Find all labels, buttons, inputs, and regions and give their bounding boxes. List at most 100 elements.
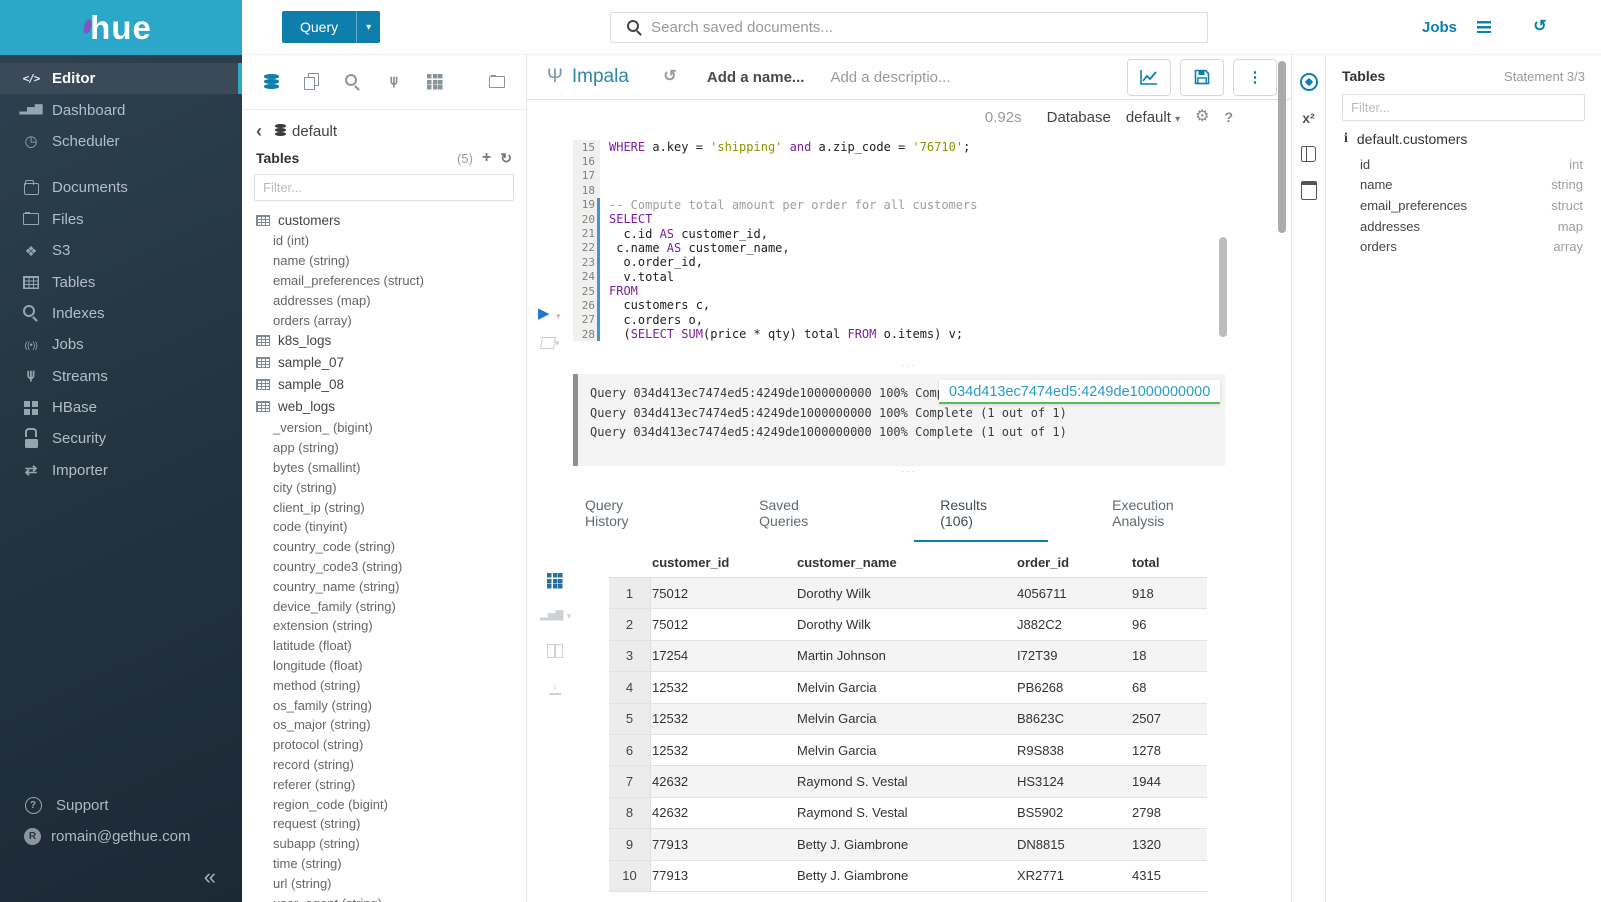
column-header[interactable]: total (1132, 555, 1202, 570)
assist-compass-icon[interactable] (1296, 73, 1322, 91)
list-item[interactable]: bytes (smallint) (242, 458, 526, 478)
column-item[interactable]: orders array (1342, 236, 1585, 257)
column-header[interactable]: customer_id (652, 555, 797, 570)
list-item[interactable]: country_code (string) (242, 537, 526, 557)
sidebar-item[interactable]: Scheduler (0, 126, 242, 157)
database-name[interactable]: default (292, 123, 337, 140)
main-scrollbar[interactable] (1278, 61, 1286, 233)
table-row[interactable]: 9 77913Betty J. GiambroneDN88151320 (609, 829, 1207, 860)
list-item[interactable]: extension (string) (242, 616, 526, 636)
list-item[interactable]: request (string) (242, 814, 526, 834)
list-item[interactable]: url (string) (242, 873, 526, 893)
list-item[interactable]: web_logs (242, 396, 526, 418)
grid-view-icon[interactable] (542, 572, 568, 590)
jobs-link[interactable]: Jobs (1422, 19, 1457, 36)
column-header[interactable]: order_id (1017, 555, 1132, 570)
sidebar-item[interactable]: Files (0, 204, 242, 235)
list-item[interactable]: name (string) (242, 251, 526, 271)
query-history-icon[interactable] (657, 68, 683, 86)
list-item[interactable]: record (string) (242, 755, 526, 775)
list-item[interactable]: country_name (string) (242, 576, 526, 596)
column-item[interactable]: addresses map (1342, 216, 1585, 237)
support-link[interactable]: Support (0, 790, 242, 821)
sql-code-area[interactable]: 15 WHERE a.key = 'shipping' and a.zip_co… (573, 134, 1291, 360)
list-item[interactable]: orders (array) (242, 310, 526, 330)
chevron-down-icon[interactable]: ▾ (356, 11, 380, 43)
user-menu[interactable]: R romain@gethue.com (0, 821, 242, 852)
list-item[interactable]: latitude (float) (242, 636, 526, 656)
list-item[interactable]: city (string) (242, 477, 526, 497)
list-item[interactable]: sample_08 (242, 374, 526, 396)
columns-view-icon[interactable] (542, 642, 568, 660)
list-item[interactable]: time (string) (242, 854, 526, 874)
sidebar-item[interactable]: Documents (0, 172, 242, 203)
add-table-icon[interactable]: + (482, 150, 491, 166)
sidebar-item[interactable]: Editor (0, 63, 242, 94)
column-item[interactable]: id int (1342, 154, 1585, 175)
list-item[interactable]: client_ip (string) (242, 497, 526, 517)
list-item[interactable]: country_code3 (string) (242, 557, 526, 577)
list-item[interactable]: user_agent (string) (242, 893, 526, 902)
history-icon[interactable] (1527, 18, 1553, 36)
table-row[interactable]: 10 77913Betty J. GiambroneXR27714315 (609, 861, 1207, 892)
search-input[interactable] (647, 19, 1207, 36)
list-item[interactable]: referer (string) (242, 774, 526, 794)
resize-handle[interactable]: ··· (527, 466, 1291, 480)
column-item[interactable]: email_preferences struct (1342, 195, 1585, 216)
list-item[interactable]: customers (242, 209, 526, 231)
resize-handle[interactable]: ··· (527, 360, 1291, 374)
search-plus-icon[interactable] (340, 73, 366, 91)
download-icon[interactable] (542, 677, 568, 695)
docs-book-icon[interactable] (1296, 145, 1322, 163)
database-dropdown[interactable]: default ▾ (1126, 109, 1180, 126)
minimap-caret-icon[interactable]: ▾ (555, 338, 560, 349)
list-item[interactable]: code (tinyint) (242, 517, 526, 537)
chart-button[interactable] (1127, 59, 1171, 96)
list-item[interactable]: os_major (string) (242, 715, 526, 735)
query-id-link[interactable]: 034d413ec7474ed5:4249de1000000000 (939, 380, 1220, 404)
tab[interactable]: Results (106) (914, 486, 1048, 542)
tab[interactable]: Saved Queries (733, 486, 876, 542)
active-table[interactable]: i default.customers (1342, 131, 1585, 147)
list-item[interactable]: addresses (map) (242, 290, 526, 310)
execute-button[interactable]: ▶ (538, 306, 550, 321)
sitemap-icon[interactable] (381, 73, 407, 91)
query-name-field[interactable]: Add a name... (707, 69, 805, 86)
chevron-down-icon[interactable]: ▾ (567, 611, 572, 622)
sidebar-item[interactable]: Indexes (0, 298, 242, 329)
list-item[interactable]: email_preferences (struct) (242, 271, 526, 291)
table-row[interactable]: 7 42632Raymond S. VestalHS31241944 (609, 766, 1207, 797)
documents-copy-icon[interactable] (299, 73, 325, 91)
right-filter-input[interactable] (1342, 94, 1585, 121)
more-actions-button[interactable]: ⋮ (1233, 59, 1277, 96)
editor-scrollbar[interactable] (1219, 237, 1227, 337)
tables-filter-input[interactable] (254, 174, 514, 201)
column-item[interactable]: name string (1342, 175, 1585, 196)
table-row[interactable]: 4 12532Melvin GarciaPB626868 (609, 672, 1207, 703)
back-chevron-icon[interactable]: ‹ (256, 122, 262, 140)
query-description-field[interactable]: Add a descriptio... (830, 69, 950, 86)
calendar-icon[interactable] (1296, 181, 1322, 199)
list-item[interactable]: region_code (bigint) (242, 794, 526, 814)
settings-gear-icon[interactable]: ⚙ (1195, 109, 1209, 125)
functions-icon[interactable] (1296, 109, 1322, 127)
folder-icon[interactable] (484, 73, 510, 91)
refresh-icon[interactable]: ↻ (500, 151, 512, 165)
sidebar-item[interactable]: Dashboard (0, 94, 242, 125)
table-row[interactable]: 1 75012Dorothy Wilk4056711918 (609, 578, 1207, 609)
engine-name[interactable]: Impala (572, 66, 629, 88)
sidebar-collapse-button[interactable]: « (0, 852, 242, 892)
table-row[interactable]: 2 75012Dorothy WilkJ882C296 (609, 609, 1207, 640)
query-button[interactable]: Query ▾ (282, 11, 380, 43)
sidebar-item[interactable]: Security (0, 423, 242, 454)
execute-options-caret-icon[interactable]: ▾ (556, 311, 561, 322)
sidebar-item[interactable]: HBase (0, 392, 242, 423)
list-item[interactable]: k8s_logs (242, 330, 526, 352)
table-row[interactable]: 3 17254Martin JohnsonI72T3918 (609, 641, 1207, 672)
help-icon[interactable]: ? (1224, 109, 1233, 125)
list-item[interactable]: longitude (float) (242, 656, 526, 676)
list-item[interactable]: _version_ (bigint) (242, 418, 526, 438)
apps-grid-icon[interactable] (422, 73, 448, 91)
sidebar-item[interactable]: Importer (0, 455, 242, 486)
table-row[interactable]: 5 12532Melvin GarciaB8623C2507 (609, 704, 1207, 735)
